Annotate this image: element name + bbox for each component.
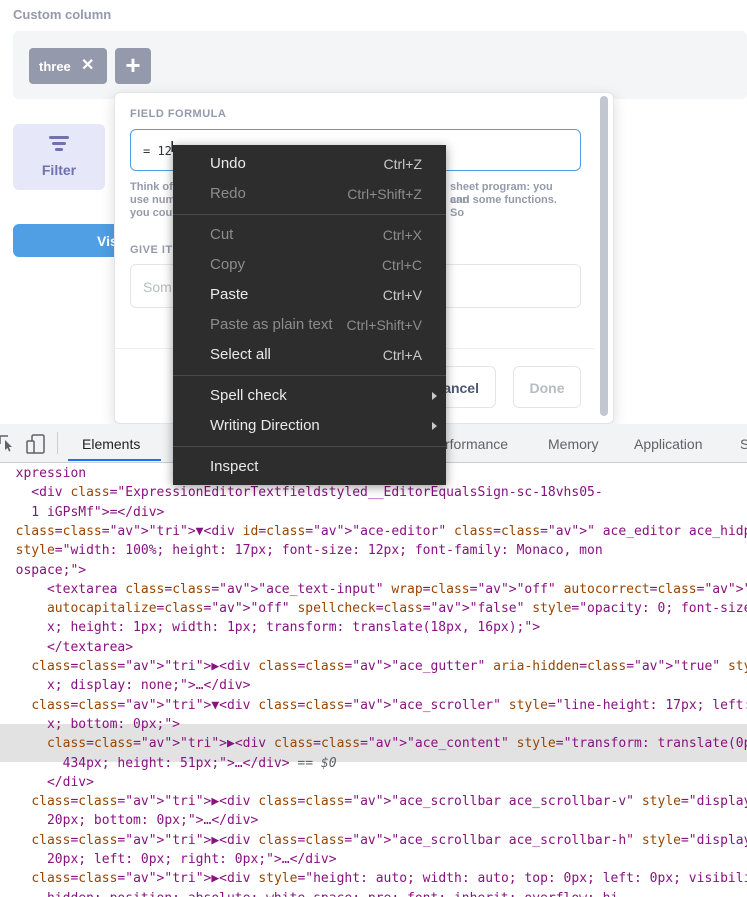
chevron-right-icon — [432, 392, 437, 400]
code-line[interactable]: <div class="ExpressionEditorTextfieldsty… — [0, 483, 747, 502]
code-line[interactable]: class=class="av">"tri">▶<div class=class… — [0, 792, 747, 811]
chevron-right-icon — [432, 422, 437, 430]
elements-tree[interactable]: xpression <div class="ExpressionEditorTe… — [0, 462, 747, 897]
code-line[interactable]: x; display: none;">…</div> — [0, 676, 747, 695]
code-line[interactable]: class=class="av">"tri">▶<div class=class… — [0, 734, 747, 753]
code-line[interactable]: hidden; position: absolute; white-space:… — [0, 889, 747, 897]
name-label: GIVE IT — [130, 244, 173, 256]
menu-separator — [173, 214, 446, 215]
code-line[interactable]: x; height: 1px; width: 1px; transform: t… — [0, 618, 747, 637]
popover-scrollbar[interactable] — [600, 96, 608, 416]
code-line[interactable]: class=class="av">"tri">▼<div class=class… — [0, 696, 747, 715]
text-cursor-icon: I — [170, 139, 175, 156]
done-button[interactable]: Done — [513, 366, 581, 408]
code-line[interactable]: class=class="av">"tri">▶<div style="heig… — [0, 869, 747, 888]
active-tab-indicator — [68, 459, 161, 461]
tab-elements[interactable]: Elements — [82, 436, 140, 452]
code-line[interactable]: autocapitalize=class="av">"off" spellche… — [0, 599, 747, 618]
menu-item-copy[interactable]: Copy Ctrl+C — [173, 251, 446, 279]
toolbar-divider — [57, 432, 58, 454]
tab-memory[interactable]: Memory — [548, 436, 599, 452]
menu-item-undo[interactable]: Undo Ctrl+Z — [173, 150, 446, 178]
menu-item-select-all[interactable]: Select all Ctrl+A — [173, 341, 446, 369]
code-line[interactable]: </textarea> — [0, 638, 747, 657]
visualize-button[interactable]: Vis — [13, 224, 123, 257]
menu-separator — [173, 375, 446, 376]
section-title: Custom column — [13, 7, 112, 22]
menu-item-writing-direction[interactable]: Writing Direction — [173, 412, 446, 440]
code-line[interactable]: 1 iGPsMf">=</div> — [0, 503, 747, 522]
filter-label: Filter — [41, 162, 77, 178]
menu-item-spell-check[interactable]: Spell check — [173, 382, 446, 410]
code-line[interactable]: <textarea class=class="av">"ace_text-inp… — [0, 580, 747, 599]
code-line[interactable]: class=class="av">"tri">▶<div class=class… — [0, 831, 747, 850]
menu-item-inspect[interactable]: Inspect — [173, 453, 446, 481]
code-line[interactable]: x; bottom: 0px;"> — [0, 715, 747, 734]
field-formula-label: FIELD FORMULA — [130, 108, 227, 120]
code-line[interactable]: ospace;"> — [0, 561, 747, 580]
tab-application[interactable]: Application — [634, 436, 703, 452]
add-column-button[interactable]: + — [115, 48, 151, 84]
menu-item-paste-plain[interactable]: Paste as plain text Ctrl+Shift+V — [173, 311, 446, 339]
menu-item-paste[interactable]: Paste Ctrl+V — [173, 281, 446, 309]
filter-icon — [49, 136, 69, 154]
code-line[interactable]: 434px; height: 51px;">…</div> == $0 — [0, 754, 747, 773]
code-line[interactable]: 20px; bottom: 0px;">…</div> — [0, 811, 747, 830]
close-icon[interactable]: ✕ — [81, 55, 94, 75]
menu-item-cut[interactable]: Cut Ctrl+X — [173, 221, 446, 249]
filter-button[interactable]: Filter — [13, 124, 105, 190]
tab-performance[interactable]: rformance — [445, 436, 508, 452]
context-menu: Undo Ctrl+Z Redo Ctrl+Shift+Z Cut Ctrl+X Co… — [173, 145, 446, 485]
code-line[interactable]: class=class="av">"tri">▼<div id=class="a… — [0, 522, 747, 541]
device-toolbar-icon[interactable] — [26, 434, 46, 454]
code-line[interactable]: </div> — [0, 773, 747, 792]
inspect-element-icon[interactable] — [0, 434, 14, 452]
menu-separator — [173, 446, 446, 447]
column-pill[interactable]: three ✕ — [29, 48, 107, 84]
column-pill-label: three — [39, 59, 71, 74]
menu-item-redo[interactable]: Redo Ctrl+Shift+Z — [173, 180, 446, 208]
code-line[interactable]: class=class="av">"tri">▶<div class=class… — [0, 657, 747, 676]
code-line[interactable]: 20px; left: 0px; right: 0px;">…</div> — [0, 850, 747, 869]
code-line[interactable]: style="width: 100%; height: 17px; font-s… — [0, 541, 747, 560]
tab-more[interactable]: S — [740, 436, 747, 452]
